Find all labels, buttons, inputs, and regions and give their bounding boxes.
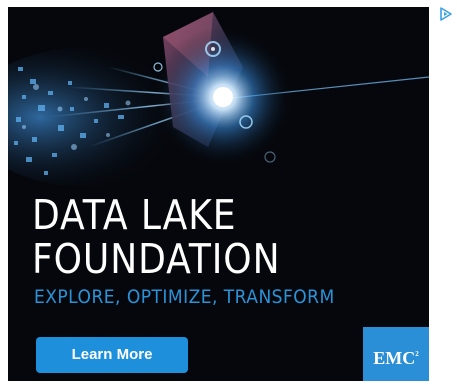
headline-line-2: FOUNDATION [32, 235, 281, 283]
ad-frame: DATA LAKE FOUNDATION EXPLORE, OPTIMIZE, … [0, 0, 457, 385]
adchoices-triangle-icon[interactable] [438, 6, 454, 22]
learn-more-button[interactable]: Learn More [36, 337, 188, 373]
logo-text: EMC [373, 348, 416, 368]
headline-line-1: DATA LAKE [32, 191, 237, 239]
emc-logo[interactable]: EMC2 [363, 327, 429, 381]
data-burst-illustration [8, 7, 429, 207]
tagline: EXPLORE, OPTIMIZE, TRANSFORM [34, 286, 335, 308]
logo-superscript: 2 [415, 350, 419, 358]
ad-banner[interactable]: DATA LAKE FOUNDATION EXPLORE, OPTIMIZE, … [8, 7, 429, 381]
